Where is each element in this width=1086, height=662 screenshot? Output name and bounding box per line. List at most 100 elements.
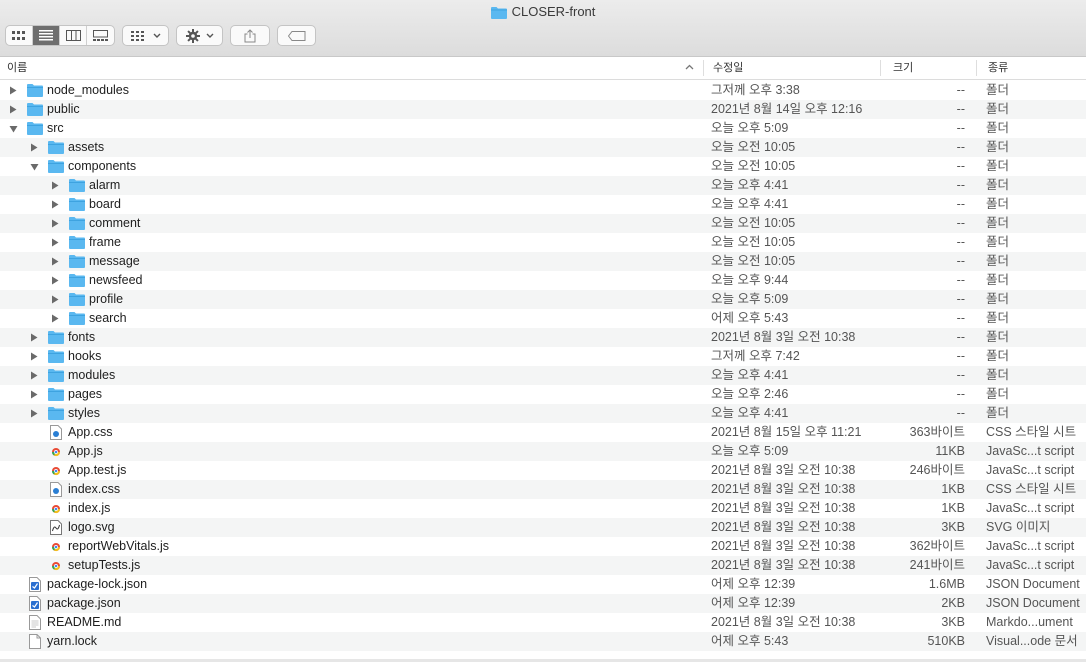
file-size: 241바이트 (909, 558, 965, 572)
file-row[interactable]: alarm 오늘 오후 4:41 -- 폴더 (0, 176, 1086, 195)
action-menu-button[interactable] (176, 25, 223, 46)
file-row[interactable]: index.css 2021년 8월 3일 오전 10:38 1KB CSS 스타일 … (0, 480, 1086, 499)
column-header-size[interactable]: 크기 (893, 57, 913, 79)
file-row[interactable]: reportWebVitals.js 2021년 8월 3일 오전 10:38 36… (0, 537, 1086, 556)
disclosure-collapsed-icon[interactable] (29, 366, 39, 385)
disclosure-collapsed-icon[interactable] (50, 233, 60, 252)
column-divider[interactable] (880, 60, 881, 76)
folder-icon (69, 311, 85, 326)
file-row[interactable]: yarn.lock 어제 오후 5:43 510KB Visual...ode 문서 (0, 632, 1086, 651)
file-row[interactable]: frame 오늘 오전 10:05 -- 폴더 (0, 233, 1086, 252)
gallery-view-button[interactable] (87, 26, 114, 45)
file-row[interactable]: search 어제 오후 5:43 -- 폴더 (0, 309, 1086, 328)
disclosure-collapsed-icon[interactable] (50, 309, 60, 328)
window-title: CLOSER-front (0, 4, 1086, 22)
share-button[interactable] (230, 25, 270, 46)
folder-icon (48, 159, 64, 174)
file-row[interactable]: App.test.js 2021년 8월 3일 오전 10:38 246바이트 Jav… (0, 461, 1086, 480)
file-name: setupTests.js (68, 558, 141, 572)
list-view-button[interactable] (33, 26, 60, 45)
file-name: pages (68, 387, 103, 401)
disclosure-collapsed-icon[interactable] (8, 81, 18, 100)
file-row[interactable]: profile 오늘 오후 5:09 -- 폴더 (0, 290, 1086, 309)
file-row[interactable]: assets 오늘 오전 10:05 -- 폴더 (0, 138, 1086, 157)
chevron-down-icon (206, 33, 213, 38)
file-kind: JavaSc...t script (986, 501, 1075, 515)
column-header-name[interactable]: 이름 (7, 57, 27, 79)
column-header-date[interactable]: 수정일 (713, 57, 743, 79)
file-name: styles (68, 406, 100, 420)
file-modified-date: 오늘 오후 4:41 (711, 178, 789, 192)
file-row[interactable]: fonts 2021년 8월 3일 오전 10:38 -- 폴더 (0, 328, 1086, 347)
disclosure-collapsed-icon[interactable] (29, 385, 39, 404)
file-size: 2KB (941, 596, 965, 610)
file-row[interactable]: logo.svg 2021년 8월 3일 오전 10:38 3KB SVG 이미지 (0, 518, 1086, 537)
file-size: -- (956, 178, 965, 192)
folder-icon (48, 368, 64, 383)
file-row[interactable]: hooks 그저께 오후 7:42 -- 폴더 (0, 347, 1086, 366)
file-size: 363바이트 (909, 425, 965, 439)
file-row[interactable]: App.css 2021년 8월 15일 오후 11:21 363바이트 CSS 스타… (0, 423, 1086, 442)
column-divider[interactable] (976, 60, 977, 76)
disclosure-collapsed-icon[interactable] (50, 195, 60, 214)
file-row[interactable]: package-lock.json 어제 오후 12:39 1.6MB JSON Do… (0, 575, 1086, 594)
file-row[interactable]: newsfeed 오늘 오후 9:44 -- 폴더 (0, 271, 1086, 290)
file-kind: 폴더 (986, 178, 1010, 192)
disclosure-collapsed-icon[interactable] (50, 214, 60, 233)
folder-icon (69, 292, 85, 307)
file-row[interactable]: pages 오늘 오후 2:46 -- 폴더 (0, 385, 1086, 404)
column-divider[interactable] (703, 60, 704, 76)
disclosure-collapsed-icon[interactable] (50, 290, 60, 309)
disclosure-expanded-icon[interactable] (8, 119, 18, 138)
file-row[interactable]: styles 오늘 오후 4:41 -- 폴더 (0, 404, 1086, 423)
folder-icon (69, 254, 85, 269)
disclosure-collapsed-icon[interactable] (29, 404, 39, 423)
sort-ascending-icon[interactable] (685, 57, 694, 79)
file-row[interactable]: App.js 오늘 오후 5:09 11KB JavaSc...t script (0, 442, 1086, 461)
file-name: profile (89, 292, 124, 306)
file-row[interactable]: public 2021년 8월 14일 오후 12:16 -- 폴더 (0, 100, 1086, 119)
file-row[interactable]: modules 오늘 오후 4:41 -- 폴더 (0, 366, 1086, 385)
tags-button[interactable] (277, 25, 316, 46)
file-name: package.json (47, 596, 121, 610)
column-header-kind[interactable]: 종류 (988, 57, 1008, 79)
disclosure-collapsed-icon[interactable] (29, 138, 39, 157)
file-kind: JavaSc...t script (986, 539, 1075, 553)
file-size: 1.6MB (928, 577, 965, 591)
file-name: src (47, 121, 64, 135)
file-size: 1KB (941, 501, 965, 515)
disclosure-collapsed-icon[interactable] (50, 252, 60, 271)
file-name: search (89, 311, 127, 325)
file-row[interactable]: index.js 2021년 8월 3일 오전 10:38 1KB JavaSc...… (0, 499, 1086, 518)
icon-view-button[interactable] (6, 26, 33, 45)
group-by-button[interactable] (122, 25, 169, 46)
file-row[interactable]: comment 오늘 오전 10:05 -- 폴더 (0, 214, 1086, 233)
file-kind: JavaSc...t script (986, 444, 1075, 458)
file-kind: 폴더 (986, 273, 1010, 287)
disclosure-expanded-icon[interactable] (29, 157, 39, 176)
file-row[interactable]: package.json 어제 오후 12:39 2KB JSON Document (0, 594, 1086, 613)
file-row[interactable]: README.md 2021년 8월 3일 오전 10:38 3KB Markdo..… (0, 613, 1086, 632)
file-kind: CSS 스타일 시트 (986, 425, 1077, 439)
file-row[interactable]: node_modules 그저께 오후 3:38 -- 폴더 (0, 81, 1086, 100)
file-row[interactable]: board 오늘 오후 4:41 -- 폴더 (0, 195, 1086, 214)
file-row[interactable]: message 오늘 오전 10:05 -- 폴더 (0, 252, 1086, 271)
view-mode-segmented-control[interactable] (5, 25, 115, 46)
file-row[interactable]: components 오늘 오전 10:05 -- 폴더 (0, 157, 1086, 176)
disclosure-collapsed-icon[interactable] (50, 176, 60, 195)
file-name: assets (68, 140, 105, 154)
file-modified-date: 오늘 오전 10:05 (711, 235, 796, 249)
file-row[interactable]: src 오늘 오후 5:09 -- 폴더 (0, 119, 1086, 138)
column-view-button[interactable] (60, 26, 87, 45)
disclosure-collapsed-icon[interactable] (29, 328, 39, 347)
disclosure-collapsed-icon[interactable] (29, 347, 39, 366)
file-name: modules (68, 368, 116, 382)
file-kind: JavaSc...t script (986, 463, 1075, 477)
file-modified-date: 그저께 오후 7:42 (711, 349, 800, 363)
disclosure-collapsed-icon[interactable] (8, 100, 18, 119)
disclosure-collapsed-icon[interactable] (50, 271, 60, 290)
folder-icon (48, 387, 64, 402)
file-size: -- (956, 406, 965, 420)
file-size: 362바이트 (909, 539, 965, 553)
file-row[interactable]: setupTests.js 2021년 8월 3일 오전 10:38 241바이트 J… (0, 556, 1086, 575)
